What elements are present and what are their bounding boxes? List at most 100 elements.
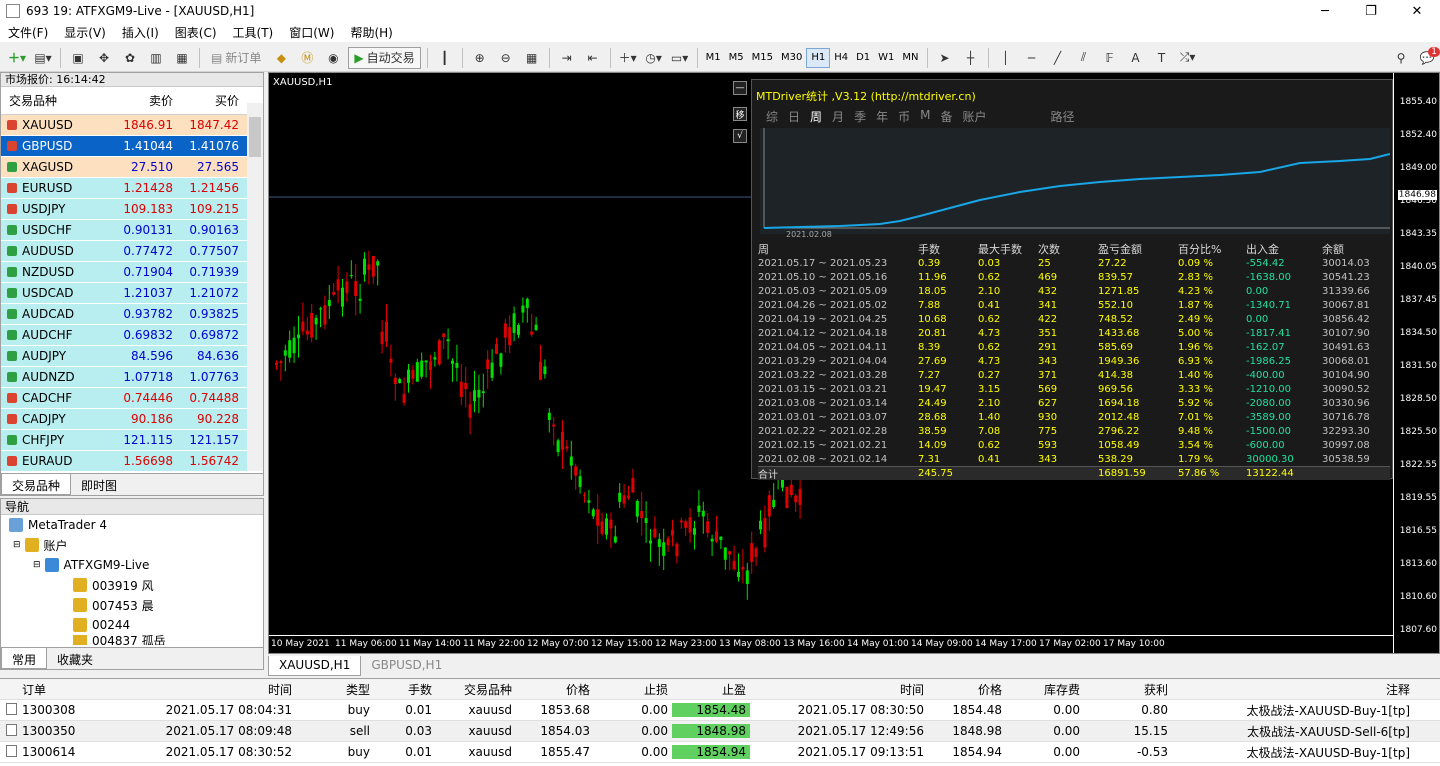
nav-accounts[interactable]: ⊟ 账户 [1,535,263,555]
text-icon[interactable]: A [1125,47,1147,69]
chart-tab-gbpusd[interactable]: GBPUSD,H1 [361,656,452,676]
tf-h1[interactable]: H1 [806,47,831,68]
market-watch-row[interactable]: AUDUSD 0.77472 0.77507 [1,241,263,262]
nav-server[interactable]: ⊟ ATFXGM9-Live [1,555,263,575]
market-watch-row[interactable]: EURUSD 1.21428 1.21456 [1,178,263,199]
chart-shift-icon[interactable]: ⇥ [556,47,578,69]
overlay-check-button[interactable]: √ [733,129,747,143]
market-watch-row[interactable]: EURAUD 1.56698 1.56742 [1,451,263,472]
label-icon[interactable]: T [1151,47,1173,69]
th-close-time[interactable]: 时间 [750,681,928,698]
ov-tab-month[interactable]: 月 [832,108,844,125]
auto-trading-button[interactable]: ▶ 自动交易 [348,46,421,69]
ov-tab-currency[interactable]: 币 [898,108,910,125]
nav-account[interactable]: 007453 晨 [1,595,263,615]
market-watch-row[interactable]: AUDCAD 0.93782 0.93825 [1,304,263,325]
menu-file[interactable]: 文件(F) [0,24,56,41]
tf-m15[interactable]: M15 [748,48,777,68]
meta-editor-icon[interactable]: ◆ [270,47,292,69]
tab-symbols[interactable]: 交易品种 [1,474,72,495]
zoom-out-icon[interactable]: ⊖ [495,47,517,69]
zoom-in-icon[interactable]: ⊕ [469,47,491,69]
th-tp[interactable]: 止盈 [672,681,750,698]
ov-tab-day[interactable]: 日 [788,108,800,125]
table-row[interactable]: 1300308 2021.05.17 08:04:31 buy 0.01 xauusd 1… [0,700,1440,721]
tester-icon[interactable]: ▦ [171,47,193,69]
ov-tab-summary[interactable]: 综 [766,108,778,125]
market-watch-row[interactable]: AUDCHF 0.69832 0.69872 [1,325,263,346]
th-type[interactable]: 类型 [296,681,374,698]
ov-tab-backup[interactable]: 备 [940,108,952,125]
th-symbol[interactable]: 交易品种 [436,681,516,698]
chart-tab-xauusd[interactable]: XAUUSD,H1 [268,656,362,676]
menu-insert[interactable]: 插入(I) [114,24,167,41]
overlay-move-button[interactable]: 移 [733,107,747,121]
tf-w1[interactable]: W1 [874,48,898,68]
vertical-line-icon[interactable]: │ [995,47,1017,69]
indicators-icon[interactable]: ＋▾ [617,47,639,69]
th-lots[interactable]: 手数 [374,681,436,698]
th-swap[interactable]: 库存费 [1006,681,1084,698]
market-watch-row[interactable]: CADCHF 0.74446 0.74488 [1,388,263,409]
crosshair-move-icon[interactable]: ✥ [93,47,115,69]
market-watch-row[interactable]: XAGUSD 27.510 27.565 [1,157,263,178]
crosshair-icon[interactable]: ┼ [960,47,982,69]
market-watch-row[interactable]: USDJPY 109.183 109.215 [1,199,263,220]
ov-tab-week[interactable]: 周 [810,108,822,125]
price-scale[interactable]: 1846.98 1855.40 1852.40 1849.00 1846.30 1843… [1393,73,1439,653]
minimize-icon[interactable]: ─ [1302,0,1348,22]
close-icon[interactable]: ✕ [1394,0,1440,22]
ov-tab-account[interactable]: 账户 [962,108,986,125]
tf-m1[interactable]: M1 [702,48,725,68]
navigator-icon[interactable]: ✿ [119,47,141,69]
profiles-icon[interactable]: ▤▾ [32,47,54,69]
th-order[interactable]: 订单 [0,681,118,698]
th-comment[interactable]: 注释 [1172,681,1418,698]
menu-tools[interactable]: 工具(T) [225,24,282,41]
tab-favorites[interactable]: 收藏夹 [47,648,103,669]
cursor-icon[interactable]: ➤ [934,47,956,69]
menu-charts[interactable]: 图表(C) [167,24,225,41]
market-watch-row[interactable]: NZDUSD 0.71904 0.71939 [1,262,263,283]
market-watch-scrollbar[interactable] [247,103,263,471]
col-ask[interactable]: 买价 [175,92,243,109]
tf-m30[interactable]: M30 [777,48,806,68]
market-watch-row[interactable]: CADJPY 90.186 90.228 [1,409,263,430]
auto-scroll-icon[interactable]: ⇤ [582,47,604,69]
ov-tab-m[interactable]: M [920,108,930,125]
arrows-icon[interactable]: ⤮▾ [1177,47,1199,69]
market-watch-row[interactable]: GBPUSD 1.41044 1.41076 [1,136,263,157]
bar-chart-icon[interactable]: ┃ [434,47,456,69]
table-row[interactable]: 1300614 2021.05.17 08:30:52 buy 0.01 xauusd 1… [0,742,1440,763]
tf-h4[interactable]: H4 [830,48,852,68]
market-watch-icon[interactable]: ▣ [67,47,89,69]
market-watch-row[interactable]: AUDJPY 84.596 84.636 [1,346,263,367]
new-chart-icon[interactable]: ＋▾ [6,47,28,69]
tf-d1[interactable]: D1 [852,48,874,68]
market-watch-row[interactable]: XAUUSD 1846.91 1847.42 [1,115,263,136]
trendline-icon[interactable]: ╱ [1047,47,1069,69]
channel-icon[interactable]: ⫽ [1073,47,1095,69]
th-open-time[interactable]: 时间 [118,681,296,698]
alerts-icon[interactable]: 💬 1 [1416,46,1440,69]
menu-help[interactable]: 帮助(H) [342,24,400,41]
fibonacci-icon[interactable]: 𝔽 [1099,47,1121,69]
nav-account[interactable]: 004837 孤岳 [1,635,263,645]
market-watch-row[interactable]: USDCHF 0.90131 0.90163 [1,220,263,241]
tf-m5[interactable]: M5 [725,48,748,68]
terminal-icon[interactable]: ▥ [145,47,167,69]
tab-common[interactable]: 常用 [1,648,48,669]
tile-windows-icon[interactable]: ▦ [521,47,543,69]
maximize-icon[interactable]: ❐ [1348,0,1394,22]
th-profit[interactable]: 获利 [1084,681,1172,698]
ov-tab-quarter[interactable]: 季 [854,108,866,125]
nav-account[interactable]: 00244 [1,615,263,635]
th-open-price[interactable]: 价格 [516,681,594,698]
signals-icon[interactable]: ◉ [322,47,344,69]
meta-quotes-icon[interactable]: Ⓜ [296,47,318,69]
ov-tab-path[interactable]: 路径 [1051,108,1075,125]
price-chart[interactable]: XAUUSD,H1 1846.98 1855.40 1852.40 1849.00 1… [268,72,1440,654]
nav-metatrader[interactable]: MetaTrader 4 [1,515,263,535]
tab-tick-chart[interactable]: 即时图 [71,474,127,495]
table-row[interactable]: 1300350 2021.05.17 08:09:48 sell 0.03 xauusd… [0,721,1440,742]
